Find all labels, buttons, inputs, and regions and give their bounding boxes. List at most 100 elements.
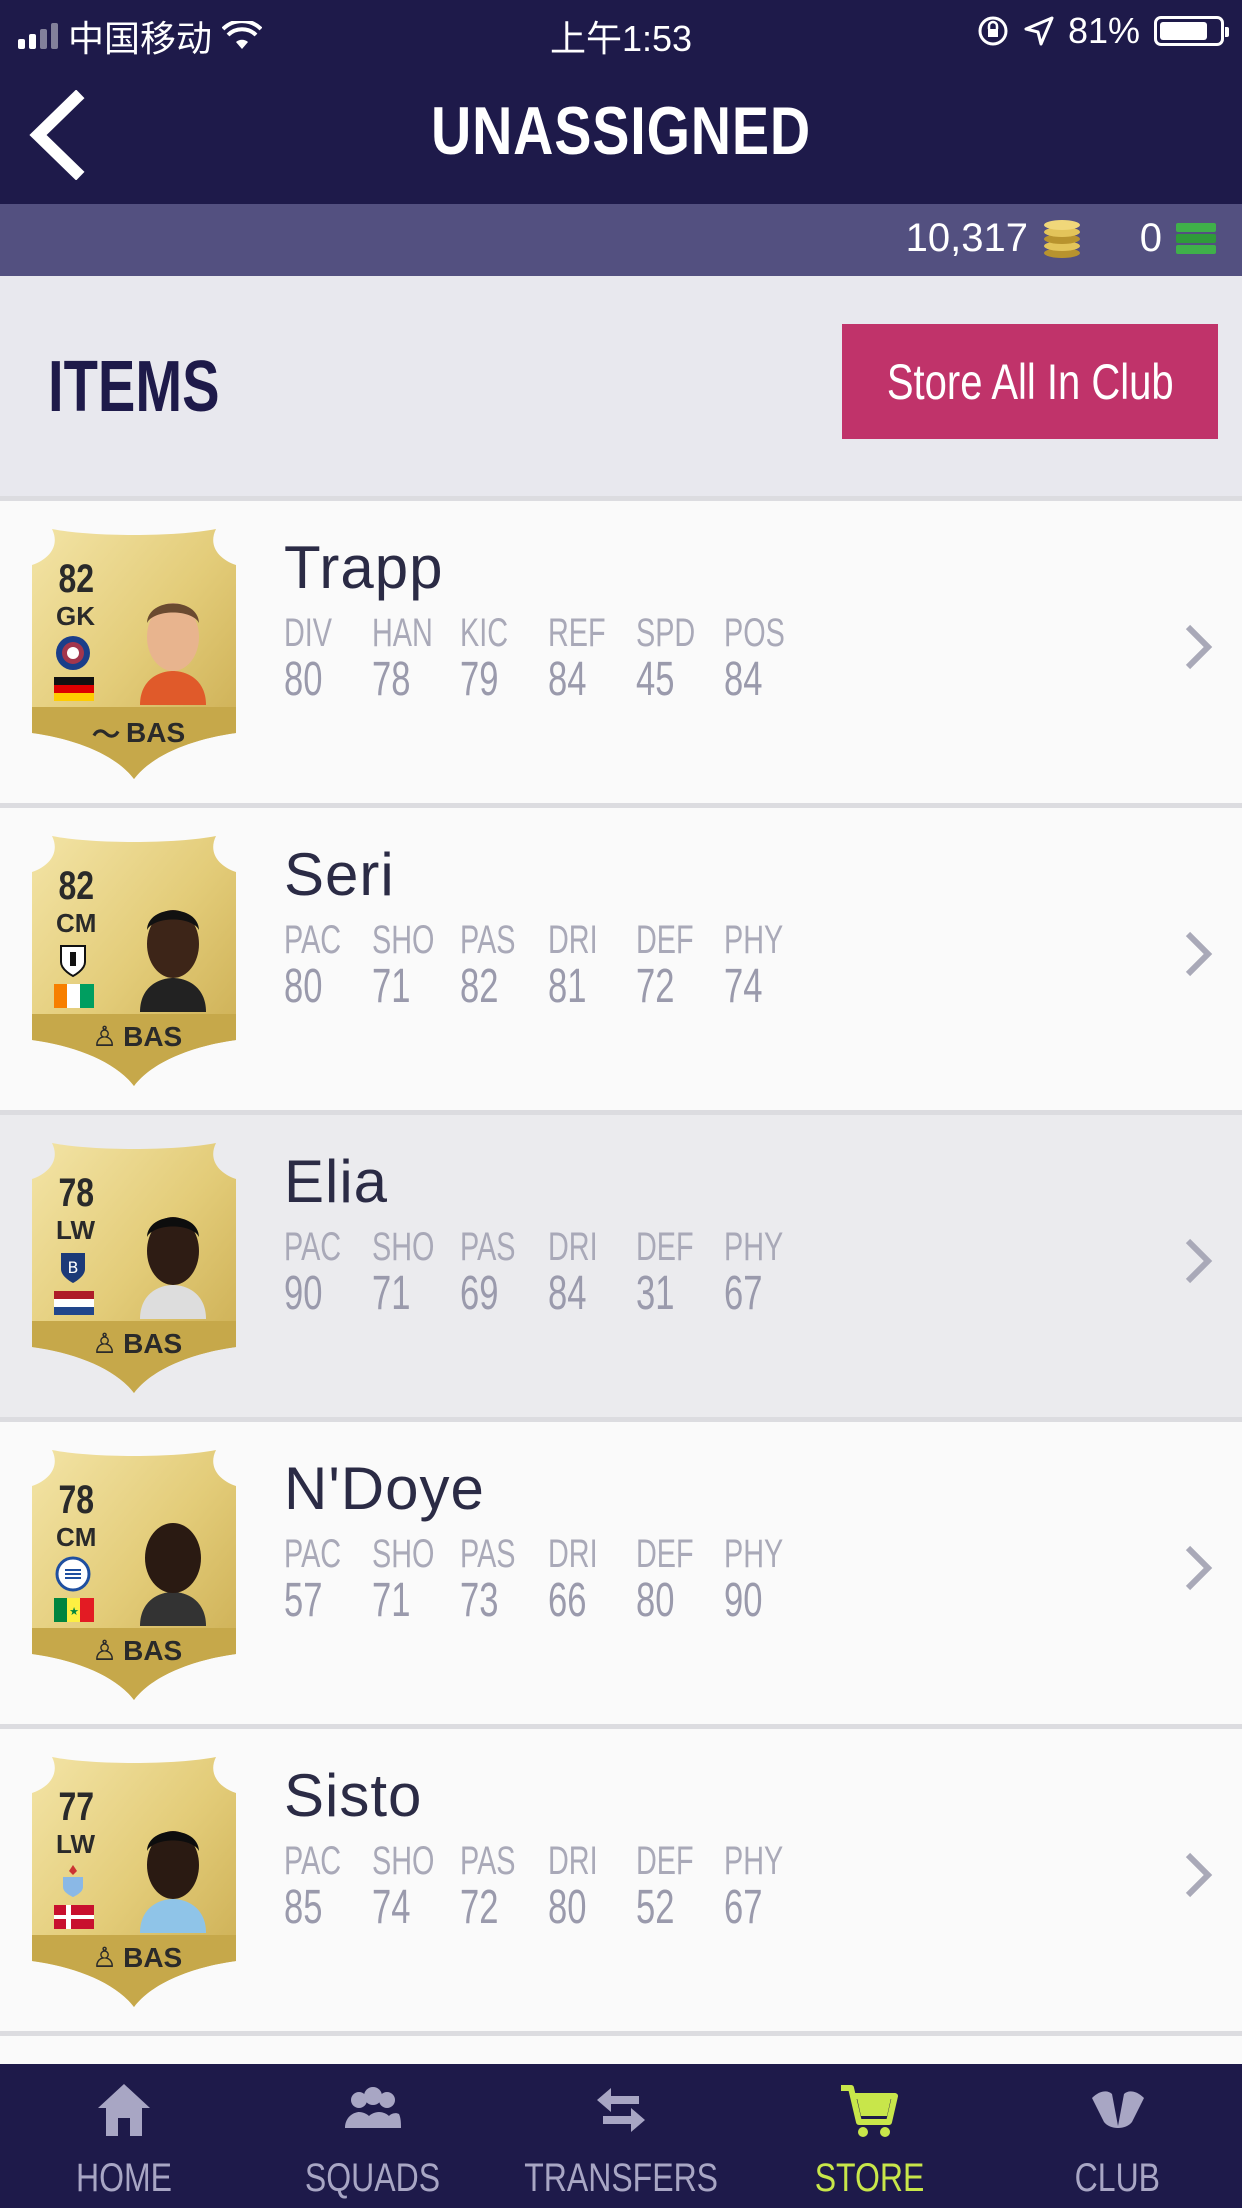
stat-value: 80	[284, 960, 323, 1013]
stat-label: DRI	[548, 1532, 598, 1576]
stat-value: 71	[372, 1574, 411, 1627]
player-chem-icon: ♙	[92, 1635, 118, 1666]
stat: SHO 71	[372, 918, 460, 1014]
stat-value: 67	[724, 1881, 763, 1934]
player-chem-icon: ♙	[92, 1021, 118, 1052]
stat: SHO 71	[372, 1532, 460, 1628]
tab-club[interactable]: CLUB	[994, 2064, 1242, 2208]
stat-label: PHY	[724, 1839, 784, 1883]
stat-value: 74	[372, 1881, 411, 1934]
tab-home[interactable]: HOME	[0, 2064, 248, 2208]
stat-label: POS	[724, 611, 785, 655]
stat-value: 85	[284, 1881, 323, 1934]
tag-label: BAS	[123, 1941, 183, 1973]
tab-squads[interactable]: SQUADS	[248, 2064, 496, 2208]
stat-value: 66	[548, 1574, 587, 1627]
stat-value: 81	[548, 960, 587, 1013]
stat: PAS 82	[460, 918, 548, 1014]
squads-icon	[344, 2087, 401, 2128]
stat: DIV 80	[284, 611, 372, 707]
stat-label: SHO	[372, 1839, 435, 1883]
stat-value: 74	[724, 960, 763, 1013]
stat-value: 31	[636, 1267, 675, 1320]
stat: PAC 57	[284, 1532, 372, 1628]
flag-netherlands-icon	[54, 1291, 94, 1315]
stat-label: DEF	[636, 1839, 694, 1883]
tag-label: BAS	[123, 1327, 183, 1359]
chevron-right-icon	[1185, 1545, 1213, 1591]
stat-label: REF	[548, 611, 606, 655]
stat: SHO 74	[372, 1839, 460, 1935]
player-stats: DIV 80 HAN 78 KIC 79 REF 84 SPD 45 POS 84	[284, 611, 812, 707]
stat-value: 84	[724, 653, 763, 706]
card-rating: 78	[58, 1171, 95, 1215]
stat-value: 84	[548, 653, 587, 706]
store-all-in-club-button[interactable]: Store All In Club	[842, 324, 1218, 439]
transfers-icon	[597, 2088, 646, 2132]
stat: PHY 67	[724, 1225, 812, 1321]
chevron-right-icon	[1185, 1238, 1213, 1284]
card-rating: 82	[58, 864, 95, 908]
player-chem-icon: ♙	[92, 1942, 118, 1973]
location-icon	[1024, 16, 1054, 46]
player-row-ndoye[interactable]: 78 CM ★ ♙ BAS N'Doye PAC 57 SHO 71 PAS 73 DR…	[0, 1417, 1242, 1724]
stat: DRI 81	[548, 918, 636, 1014]
tab-transfers[interactable]: TRANSFERS	[497, 2064, 745, 2208]
stat: DEF 31	[636, 1225, 724, 1321]
stat: HAN 78	[372, 611, 460, 707]
player-portrait	[140, 910, 206, 1012]
player-name: Seri	[284, 841, 395, 908]
club-crest-icon	[60, 945, 86, 978]
card-tag: ♙ BAS	[92, 1327, 182, 1360]
card-position: CM	[56, 908, 97, 938]
stat-label: PHY	[724, 918, 784, 962]
points-value: 0	[1139, 216, 1162, 260]
cart-icon	[841, 2085, 899, 2137]
stat: SPD 45	[636, 611, 724, 707]
player-list: 82 GK 〜 BAS Trapp DIV 80 HAN 78 KIC 79 REF 84…	[0, 496, 1242, 2071]
tab-store[interactable]: STORE	[745, 2064, 993, 2208]
stat-label: PAS	[460, 1839, 516, 1883]
battery-fill	[1160, 22, 1207, 40]
points-balance: 0	[1140, 216, 1218, 261]
stat-label: PAC	[284, 1225, 342, 1269]
player-name: N'Doye	[284, 1455, 485, 1522]
stat: POS 84	[724, 611, 812, 707]
card-position: GK	[56, 601, 95, 631]
stat-label: PHY	[724, 1225, 784, 1269]
battery-percent: 81%	[1067, 10, 1140, 51]
back-icon[interactable]	[24, 90, 94, 180]
stat: PHY 74	[724, 918, 812, 1014]
club-crest-icon	[55, 1556, 91, 1592]
player-row-seri[interactable]: 82 CM ♙ BAS Seri PAC 80 SHO 71 PAS 82 DRI 81 …	[0, 803, 1242, 1110]
stat-value: 82	[460, 960, 499, 1013]
battery-icon	[1154, 16, 1229, 46]
stat-value: 80	[284, 653, 323, 706]
player-portrait	[140, 1523, 206, 1626]
card-details: 77 LW ♙ BAS	[32, 1753, 236, 2011]
card-tag: ♙ BAS	[92, 1020, 182, 1053]
page-title: UNASSIGNED	[431, 93, 811, 169]
player-name: Trapp	[284, 534, 444, 601]
player-row-sisto[interactable]: 77 LW ♙ BAS Sisto PAC 85 SHO 74 PAS 72 DRI 80…	[0, 1724, 1242, 2031]
card-rating: 78	[58, 1478, 95, 1522]
stat-label: DIV	[284, 611, 333, 655]
stat: DRI 84	[548, 1225, 636, 1321]
stat-value: 90	[724, 1574, 763, 1627]
stat-label: DEF	[636, 1532, 694, 1576]
player-portrait	[140, 1831, 206, 1933]
coins-balance: 10,317	[906, 216, 1084, 261]
stat-value: 45	[636, 653, 675, 706]
tab-bar: HOME SQUADS TRANSFERS STORE CLUB	[0, 2064, 1242, 2208]
stat-label: DEF	[636, 918, 694, 962]
flag-senegal-icon: ★	[54, 1598, 94, 1622]
player-row-trapp[interactable]: 82 GK 〜 BAS Trapp DIV 80 HAN 78 KIC 79 REF 84…	[0, 496, 1242, 803]
card-tag: ♙ BAS	[92, 1634, 182, 1667]
stat: PAS 72	[460, 1839, 548, 1935]
stat-value: 57	[284, 1574, 323, 1627]
club-crest-icon	[56, 636, 90, 670]
stat: SHO 71	[372, 1225, 460, 1321]
stat-label: KIC	[460, 611, 509, 655]
player-row-elia[interactable]: 78 LW B ♙ BAS Elia PAC 90 SHO 71 PAS 69 DRI 8…	[0, 1110, 1242, 1417]
tag-label: BAS	[126, 717, 186, 748]
